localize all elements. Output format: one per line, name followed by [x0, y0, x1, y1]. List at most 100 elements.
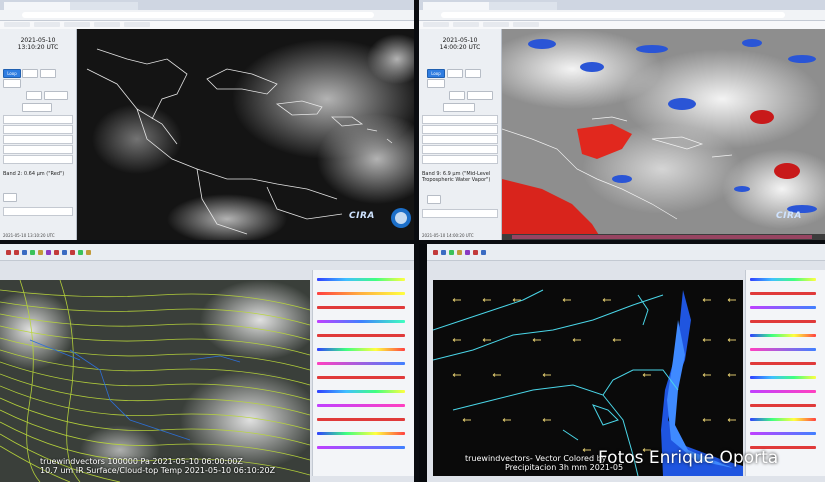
image-date: 2021-05-10 — [442, 37, 478, 44]
legend-entry[interactable] — [750, 302, 816, 311]
bookmarks-bar — [0, 21, 414, 29]
legend-entry[interactable] — [317, 302, 405, 311]
address-bar — [0, 10, 414, 21]
browser-tab[interactable] — [489, 2, 557, 10]
layer-legend-panel — [745, 270, 825, 476]
toolbar-button[interactable] — [38, 250, 43, 255]
legend-entry[interactable] — [317, 414, 405, 423]
toolbar-button[interactable] — [62, 250, 67, 255]
bookmark[interactable] — [124, 22, 150, 27]
legend-entry[interactable] — [317, 372, 405, 381]
toolbar-button[interactable] — [22, 250, 27, 255]
wind-vector-map[interactable]: truewindvectors- Vector Colored by Preci… — [433, 280, 743, 476]
legend-entry[interactable] — [750, 386, 816, 395]
toolbar-button[interactable] — [78, 250, 83, 255]
step-button[interactable] — [465, 69, 481, 78]
satellite-water-vapor-image[interactable]: CIRA — [502, 29, 825, 240]
legend-entry[interactable] — [750, 344, 816, 353]
settings-row[interactable] — [3, 145, 73, 154]
settings-row[interactable] — [3, 115, 73, 124]
toolbar-button[interactable] — [54, 250, 59, 255]
bookmark[interactable] — [423, 22, 449, 27]
default-borders-selector[interactable] — [422, 209, 498, 218]
toolbar-button[interactable] — [86, 250, 91, 255]
legend-entry[interactable] — [750, 414, 816, 423]
legend-entry[interactable] — [317, 386, 405, 395]
zoom-out-button[interactable] — [26, 91, 42, 100]
step-button[interactable] — [40, 69, 56, 78]
legend-entry[interactable] — [317, 442, 405, 451]
monitor-top-right: 2021-05-10 14:00:20 UTC Loop Band 9: 6.9… — [419, 0, 825, 240]
bookmark[interactable] — [4, 22, 30, 27]
legend-entry[interactable] — [317, 316, 405, 325]
toolbar-button[interactable] — [30, 250, 35, 255]
pause-button[interactable] — [22, 69, 38, 78]
zoom-out-button[interactable] — [449, 91, 465, 100]
legend-entry[interactable] — [317, 358, 405, 367]
wind-streamline-map[interactable]: truewindvectors 100000 Pa 2021-05-10 06:… — [0, 280, 310, 482]
toolbar-button[interactable] — [441, 250, 446, 255]
loop-button[interactable]: Loop — [3, 69, 21, 78]
toolbar-button[interactable] — [473, 250, 478, 255]
legend-entry[interactable] — [750, 288, 816, 297]
url-field[interactable] — [441, 12, 785, 18]
browser-tab[interactable] — [4, 2, 72, 10]
settings-row[interactable] — [422, 135, 498, 144]
bookmark[interactable] — [453, 22, 479, 27]
settings-row[interactable] — [422, 155, 498, 164]
legend-entry[interactable] — [317, 428, 405, 437]
bookmark[interactable] — [34, 22, 60, 27]
browser-tab-bar — [0, 0, 414, 10]
legend-entry[interactable] — [317, 330, 405, 339]
band-label: Band 9: 6.9 µm ("Mid-Level Tropospheric … — [422, 171, 491, 183]
max-zoom-button[interactable] — [467, 91, 493, 100]
legend-entry[interactable] — [750, 428, 816, 437]
toolbar-button[interactable] — [465, 250, 470, 255]
speed-button[interactable] — [3, 79, 21, 88]
monitor-bezel-horizontal — [0, 240, 825, 244]
loop-button[interactable]: Loop — [427, 69, 445, 78]
settings-row[interactable] — [422, 125, 498, 134]
legend-entry[interactable] — [317, 274, 405, 283]
settings-row[interactable] — [3, 125, 73, 134]
pause-button[interactable] — [447, 69, 463, 78]
opacity-button[interactable] — [3, 193, 17, 202]
speed-button[interactable] — [427, 79, 445, 88]
toolbar-button[interactable] — [6, 250, 11, 255]
toolbar-button[interactable] — [14, 250, 19, 255]
bookmark[interactable] — [94, 22, 120, 27]
settings-row[interactable] — [3, 155, 73, 164]
band-label: Band 2: 0.64 µm ("Red") — [3, 171, 65, 177]
satellite-visible-image[interactable]: CIRA — [77, 29, 414, 240]
settings-row[interactable] — [3, 135, 73, 144]
toolbar-button[interactable] — [46, 250, 51, 255]
settings-row[interactable] — [422, 115, 498, 124]
browser-tab[interactable] — [70, 2, 138, 10]
toolbar-button[interactable] — [481, 250, 486, 255]
toolbar-button[interactable] — [457, 250, 462, 255]
default-borders-selector[interactable] — [3, 207, 73, 216]
browser-tab[interactable] — [423, 2, 491, 10]
frame-count-field[interactable] — [443, 103, 475, 112]
toolbar-button[interactable] — [433, 250, 438, 255]
settings-row[interactable] — [422, 145, 498, 154]
legend-entry[interactable] — [750, 400, 816, 409]
legend-entry[interactable] — [317, 400, 405, 409]
legend-entry[interactable] — [750, 316, 816, 325]
frame-count-field[interactable] — [22, 103, 52, 112]
opacity-button[interactable] — [427, 195, 441, 204]
legend-entry[interactable] — [750, 330, 816, 339]
legend-entry[interactable] — [750, 372, 816, 381]
url-field[interactable] — [22, 12, 374, 18]
legend-entry[interactable] — [750, 274, 816, 283]
max-zoom-button[interactable] — [44, 91, 68, 100]
bookmark[interactable] — [64, 22, 90, 27]
legend-entry[interactable] — [317, 344, 405, 353]
legend-entry[interactable] — [750, 358, 816, 367]
bookmark[interactable] — [483, 22, 509, 27]
legend-entry[interactable] — [317, 288, 405, 297]
toolbar-button[interactable] — [70, 250, 75, 255]
toolbar-button[interactable] — [449, 250, 454, 255]
bookmark[interactable] — [513, 22, 539, 27]
monitor-top-left: 2021-05-10 13:10:20 UTC Loop Band 2: 0.6… — [0, 0, 414, 240]
